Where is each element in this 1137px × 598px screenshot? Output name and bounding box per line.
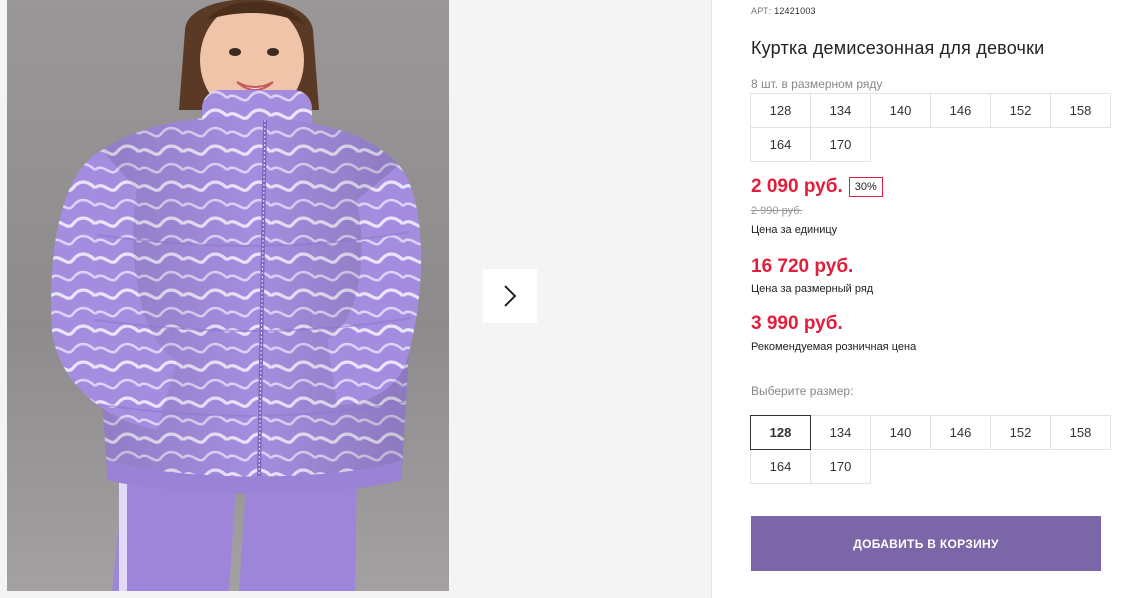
size-option-128[interactable]: 128 [750,415,811,450]
old-price: 2 990 руб. [751,205,803,217]
sku-label: АРТ: [751,6,772,16]
product-title: Куртка демисезонная для девочки [751,38,1045,58]
pack-size-cell: 128 [750,93,811,128]
size-option-152[interactable]: 152 [990,415,1051,450]
product-photo-illustration [51,0,422,591]
discount-badge: 30% [848,177,883,197]
size-option-158[interactable]: 158 [1050,415,1111,450]
sku: АРТ: 12421003 [751,6,816,16]
size-option-170[interactable]: 170 [810,449,871,484]
divider [711,0,712,598]
retail-price-label: Рекомендуемая розничная цена [751,341,917,353]
pack-size-cell: 170 [810,127,871,162]
pack-size-cell: 164 [750,127,811,162]
size-option-140[interactable]: 140 [870,415,931,450]
pack-size-cell: 158 [1050,93,1111,128]
retail-price: 3 990 руб. [751,313,843,334]
pack-sizes-grid: 128 134 140 146 152 158 164 170 [750,93,1111,162]
unit-price-label: Цена за единицу [751,224,838,236]
price-row: 2 090 руб. 30% [751,176,883,198]
sku-value: 12421003 [774,6,816,16]
product-photo [7,0,449,591]
chevron-right-icon [504,285,517,307]
current-price: 2 090 руб. [751,176,843,197]
size-option-164[interactable]: 164 [750,449,811,484]
pack-price-label: Цена за размерный ряд [751,283,874,295]
pack-size-note: 8 шт. в размерном ряду [751,77,883,91]
pack-size-cell: 152 [990,93,1051,128]
choose-size-label: Выберите размер: [751,384,854,398]
pack-size-cell: 134 [810,93,871,128]
gallery-next-button[interactable] [483,269,537,323]
size-option-134[interactable]: 134 [810,415,871,450]
pack-size-cell: 140 [870,93,931,128]
pack-price: 16 720 руб. [751,256,854,277]
pack-size-cell: 146 [930,93,991,128]
add-to-cart-button[interactable]: ДОБАВИТЬ В КОРЗИНУ [751,516,1101,571]
size-option-146[interactable]: 146 [930,415,991,450]
size-selector: 128 134 140 146 152 158 164 170 [750,415,1111,484]
